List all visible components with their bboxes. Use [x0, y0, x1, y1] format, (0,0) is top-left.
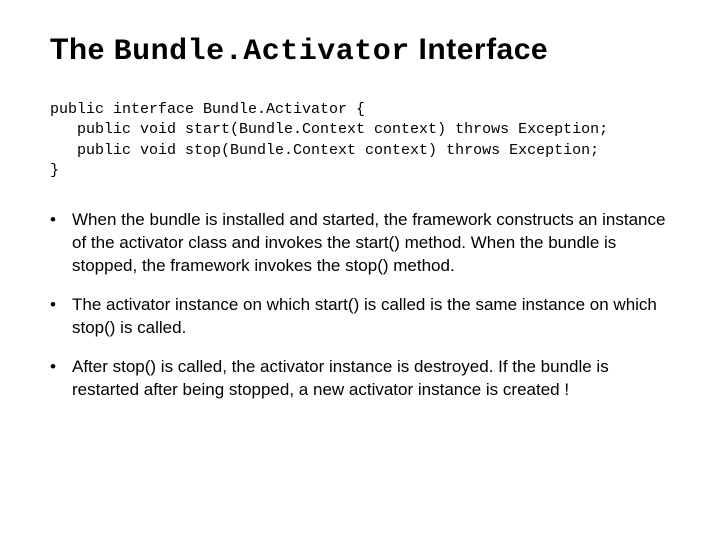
title-mono: Bundle.Activator: [114, 35, 410, 69]
code-line-4: }: [50, 162, 59, 179]
list-item: The activator instance on which start() …: [50, 294, 680, 340]
bullet-list: When the bundle is installed and started…: [50, 209, 680, 402]
code-block: public interface Bundle.Activator { publ…: [50, 100, 680, 181]
title-suffix: Interface: [410, 33, 548, 66]
slide-title: The Bundle.Activator Interface: [50, 30, 680, 72]
list-item: After stop() is called, the activator in…: [50, 356, 680, 402]
code-line-3: public void stop(Bundle.Context context)…: [50, 142, 599, 159]
code-line-2: public void start(Bundle.Context context…: [50, 121, 608, 138]
title-prefix: The: [50, 33, 114, 66]
code-line-1: public interface Bundle.Activator {: [50, 101, 365, 118]
list-item: When the bundle is installed and started…: [50, 209, 680, 278]
